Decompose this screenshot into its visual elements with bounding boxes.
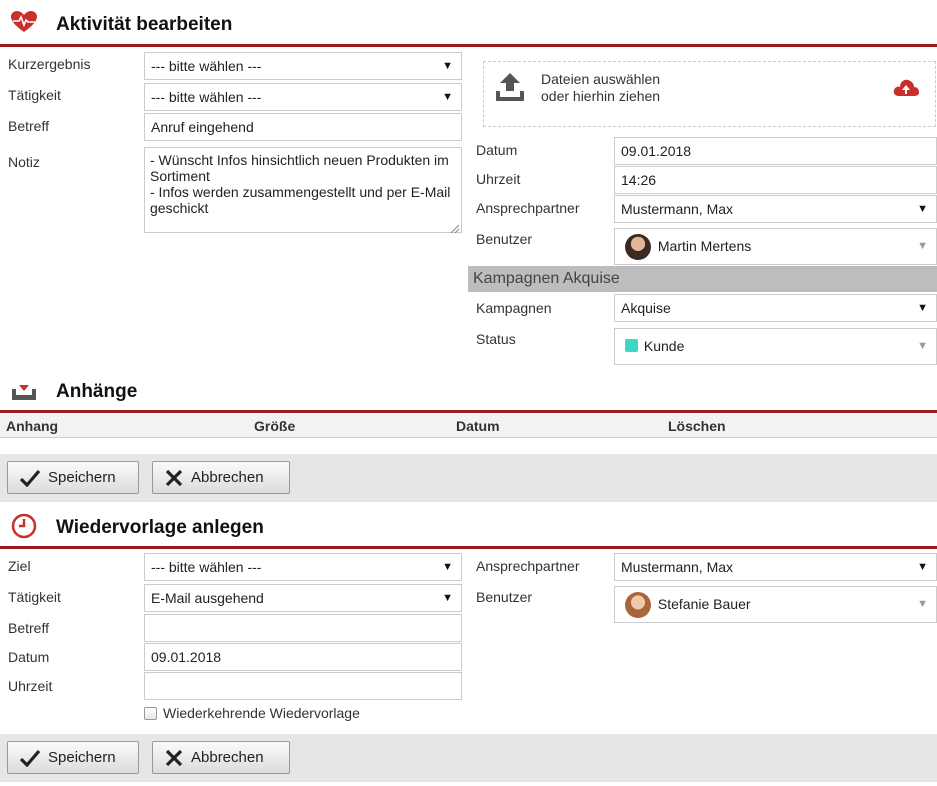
followup-taetigkeit-value: E-Mail ausgehend [151, 590, 264, 606]
benutzer-select[interactable]: Martin Mertens ▼ [614, 228, 937, 265]
activity-title-rule [0, 44, 937, 47]
resize-handle-icon[interactable] [450, 221, 460, 237]
file-upload-dropzone[interactable]: Dateien auswählen oder hierhin ziehen [483, 61, 936, 127]
checkmark-icon [20, 469, 40, 487]
attachment-download-icon [11, 377, 37, 404]
followup-benutzer-select[interactable]: Stefanie Bauer ▼ [614, 586, 937, 623]
status-color-swatch [625, 339, 638, 352]
cancel-button[interactable]: Abbrechen [152, 741, 290, 774]
cancel-button[interactable]: Abbrechen [152, 461, 290, 494]
notiz-textarea[interactable]: - Wünscht Infos hinsichtlich neuen Produ… [144, 147, 462, 233]
uhrzeit-input[interactable]: 14:26 [614, 166, 937, 194]
caret-down-icon: ▼ [917, 302, 928, 314]
avatar [625, 234, 651, 261]
followup-title-rule [0, 546, 937, 549]
heartbeat-icon [10, 10, 38, 37]
ziel-value: --- bitte wählen --- [151, 559, 262, 575]
save-button[interactable]: Speichern [7, 461, 139, 494]
clock-icon [11, 513, 37, 542]
close-icon [165, 749, 183, 766]
followup-datum-input[interactable]: 09.01.2018 [144, 643, 462, 671]
caret-down-icon: ▼ [917, 561, 928, 573]
taetigkeit-select[interactable]: --- bitte wählen --- ▼ [144, 83, 462, 111]
kampagnen-select[interactable]: Akquise ▼ [614, 294, 937, 322]
taetigkeit-value: --- bitte wählen --- [151, 89, 262, 105]
attachments-table-header: Anhang Größe Datum Löschen [0, 414, 937, 438]
recurring-checkbox[interactable] [144, 706, 157, 720]
betreff-input[interactable]: Anruf eingehend [144, 113, 462, 141]
followup-ansprechpartner-label: Ansprechpartner [476, 558, 580, 574]
column-header-anhang[interactable]: Anhang [6, 418, 58, 434]
kurzergebnis-select[interactable]: --- bitte wählen --- ▼ [144, 52, 462, 80]
followup-betreff-input[interactable] [144, 614, 462, 642]
followup-taetigkeit-select[interactable]: E-Mail ausgehend ▼ [144, 584, 462, 612]
activity-button-bar: Speichern Abbrechen [0, 454, 937, 502]
ziel-select[interactable]: --- bitte wählen --- ▼ [144, 553, 462, 581]
caret-down-icon: ▼ [917, 340, 928, 352]
campaign-group-header: Kampagnen Akquise [468, 266, 937, 292]
kurzergebnis-value: --- bitte wählen --- [151, 58, 262, 74]
column-header-datum[interactable]: Datum [456, 418, 500, 434]
save-button-label: Speichern [48, 469, 116, 486]
ziel-label: Ziel [8, 558, 31, 574]
activity-section-title: Aktivität bearbeiten [56, 14, 233, 35]
avatar [625, 592, 651, 619]
status-select[interactable]: Kunde ▼ [614, 328, 937, 365]
followup-benutzer-value: Stefanie Bauer [657, 596, 751, 612]
kampagnen-label: Kampagnen [476, 300, 552, 316]
kurzergebnis-label: Kurzergebnis [8, 56, 91, 72]
followup-uhrzeit-input[interactable] [144, 672, 462, 700]
caret-down-icon: ▼ [442, 91, 453, 103]
cancel-button-label: Abbrechen [191, 749, 264, 766]
ansprechpartner-label: Ansprechpartner [476, 200, 580, 216]
caret-down-icon: ▼ [442, 592, 453, 604]
kampagnen-value: Akquise [621, 300, 671, 316]
checkmark-icon [20, 749, 40, 767]
save-button-label: Speichern [48, 749, 116, 766]
followup-section-title: Wiedervorlage anlegen [56, 517, 264, 538]
betreff-label: Betreff [8, 118, 49, 134]
followup-datum-label: Datum [8, 649, 50, 665]
ansprechpartner-value: Mustermann, Max [621, 201, 734, 217]
caret-down-icon: ▼ [442, 60, 453, 72]
followup-button-bar: Speichern Abbrechen [0, 734, 937, 782]
followup-benutzer-label: Benutzer [476, 589, 533, 605]
ansprechpartner-select[interactable]: Mustermann, Max ▼ [614, 195, 937, 223]
caret-down-icon: ▼ [917, 598, 928, 610]
cloud-upload-icon [892, 76, 920, 101]
benutzer-value: Martin Mertens [657, 238, 752, 254]
upload-text-line1: Dateien auswählen [541, 71, 661, 87]
caret-down-icon: ▼ [917, 240, 928, 252]
attachments-title-rule [0, 410, 937, 413]
taetigkeit-label: Tätigkeit [8, 87, 61, 103]
datum-label: Datum [476, 142, 518, 158]
followup-uhrzeit-label: Uhrzeit [8, 678, 53, 694]
uhrzeit-label: Uhrzeit [476, 171, 521, 187]
followup-taetigkeit-label: Tätigkeit [8, 589, 61, 605]
status-value: Kunde [643, 338, 685, 354]
caret-down-icon: ▼ [917, 203, 928, 215]
recurring-checkbox-label: Wiederkehrende Wiedervorlage [163, 705, 360, 721]
upload-text-line2: oder hierhin ziehen [541, 88, 661, 104]
followup-ansprechpartner-value: Mustermann, Max [621, 559, 734, 575]
cancel-button-label: Abbrechen [191, 469, 264, 486]
upload-icon [494, 71, 526, 106]
attachments-section-title: Anhänge [56, 381, 138, 402]
benutzer-label: Benutzer [476, 231, 533, 247]
datum-input[interactable]: 09.01.2018 [614, 137, 937, 165]
followup-ansprechpartner-select[interactable]: Mustermann, Max ▼ [614, 553, 937, 581]
notiz-label: Notiz [8, 154, 40, 170]
column-header-groesse[interactable]: Größe [254, 418, 295, 434]
followup-betreff-label: Betreff [8, 620, 49, 636]
status-label: Status [476, 331, 516, 347]
close-icon [165, 469, 183, 486]
save-button[interactable]: Speichern [7, 741, 139, 774]
column-header-loeschen[interactable]: Löschen [668, 418, 726, 434]
caret-down-icon: ▼ [442, 561, 453, 573]
recurring-checkbox-row[interactable]: Wiederkehrende Wiedervorlage [144, 705, 360, 721]
